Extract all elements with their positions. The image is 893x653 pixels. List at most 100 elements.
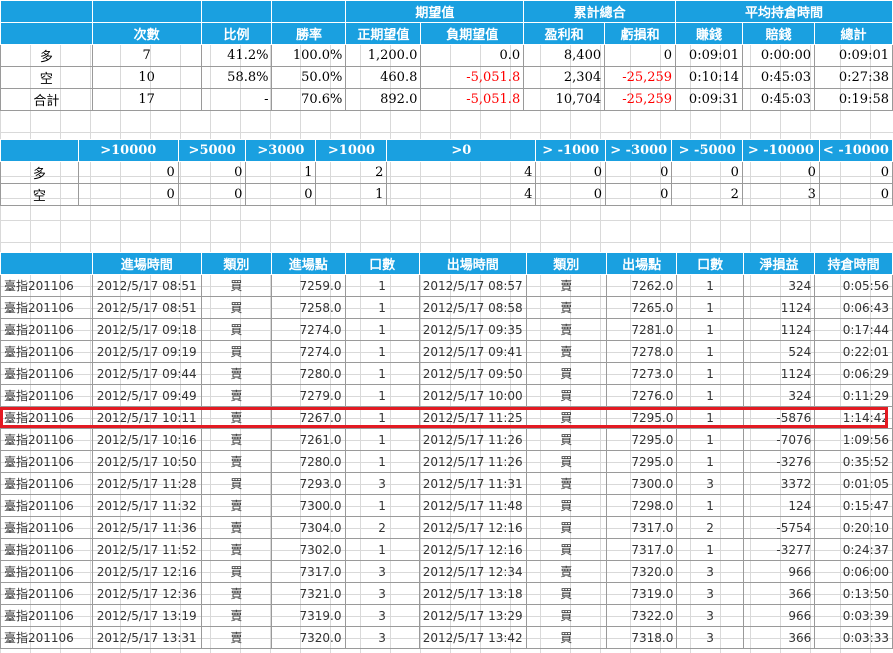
trade-cell-entry-price: 7304.0 [270,516,346,539]
trade-cell-net-pnl: 324 [742,274,816,297]
trade-cell-entry-side: 賣 [200,582,272,605]
trade-cell-entry-side: 買 [200,274,272,297]
trade-cell-exit-price: 7317.0 [605,516,678,539]
trade-cell-exit-time: 2012/5/17 13:29 [418,604,527,627]
trade-cell-net-pnl: 1124 [742,362,816,385]
summary-header-cell: 勝率 [271,22,347,45]
summary-cell-count: 7 [91,44,202,67]
trades-header-cell: 類別 [200,252,272,275]
trade-cell-exit-side: 買 [525,538,607,561]
trade-cell-entry-time: 2012/5/17 08:51 [91,274,202,297]
trade-cell-entry-time: 2012/5/17 13:19 [91,604,202,627]
trade-cell-exit-qty: 3 [676,472,744,495]
distribution-row-label: 空 [0,183,79,206]
distribution-cell: 2 [315,161,388,184]
trade-row: 臺指201106 2012/5/17 09:19 買 7274.0 1 2012/5/17… [0,340,893,363]
trade-cell-exit-price: 7278.0 [605,340,678,363]
trade-cell-entry-price: 7320.0 [270,626,346,649]
trade-cell-exit-side: 買 [525,604,607,627]
distribution-cell: 0 [535,183,607,206]
trade-cell-entry-qty: 1 [344,428,420,451]
summary-cell-win: 50.0% [271,66,347,89]
trade-cell-contract: 臺指201106 [0,406,93,429]
trade-row: 臺指201106 2012/5/17 12:36 賣 7321.0 3 2012/5/17… [0,582,893,605]
trade-cell-contract: 臺指201106 [0,362,93,385]
trade-cell-hold-time: 0:24:37 [814,538,893,561]
trade-cell-net-pnl: 966 [742,604,816,627]
trade-row: 臺指201106 2012/5/17 10:11 賣 7267.0 1 2012/5/17… [0,406,893,429]
summary-cell-win: 70.6% [271,88,347,111]
trade-row: 臺指201106 2012/5/17 10:16 賣 7261.0 1 2012/5/17… [0,428,893,451]
trade-cell-entry-price: 7274.0 [270,340,346,363]
trade-cell-entry-side: 賣 [200,494,272,517]
trade-row: 臺指201106 2012/5/17 09:49 賣 7279.0 1 2012/5/17… [0,384,893,407]
trade-cell-hold-time: 0:01:05 [814,472,893,495]
trade-cell-entry-time: 2012/5/17 12:16 [91,560,202,583]
trade-cell-net-pnl: -7076 [742,428,816,451]
trade-cell-exit-price: 7276.0 [605,384,678,407]
trade-cell-exit-qty: 1 [676,362,744,385]
trade-cell-net-pnl: 1124 [742,296,816,319]
trade-cell-entry-side: 買 [200,318,272,341]
trade-cell-exit-time: 2012/5/17 10:00 [418,384,527,407]
group-header-ev: 期望值 [345,0,525,23]
trades-header-cell: 淨損益 [742,252,816,275]
distribution-cell: 0 [245,183,317,206]
trade-row: 臺指201106 2012/5/17 09:44 賣 7280.0 1 2012/5/17… [0,362,893,385]
trade-cell-entry-qty: 1 [344,296,420,319]
distribution-cell: 0 [818,161,893,184]
trade-cell-entry-price: 7274.0 [270,318,346,341]
distribution-cell: 2 [671,183,743,206]
trades-header-cell: 口數 [676,252,744,275]
trade-cell-exit-side: 賣 [525,296,607,319]
trade-cell-exit-side: 賣 [525,472,607,495]
summary-header-cell: 虧損和 [604,22,677,45]
trade-cell-entry-price: 7261.0 [270,428,346,451]
trade-cell-exit-qty: 1 [676,318,744,341]
trade-cell-exit-side: 買 [525,582,607,605]
trade-cell-hold-time: 0:35:52 [814,450,893,473]
trade-cell-entry-price: 7279.0 [270,384,346,407]
summary-cell-ratio: - [200,88,273,111]
distribution-row-label: 多 [0,161,79,184]
distribution-header-cell: > -1000 [535,139,607,162]
distribution-cell: 1 [245,161,317,184]
trade-cell-entry-side: 賣 [200,362,272,385]
trade-cell-entry-time: 2012/5/17 09:44 [91,362,202,385]
trade-cell-exit-qty: 3 [676,560,744,583]
trade-cell-exit-price: 7265.0 [605,296,678,319]
trade-cell-entry-time: 2012/5/17 12:36 [91,582,202,605]
trade-cell-exit-side: 買 [525,362,607,385]
trade-cell-exit-qty: 1 [676,296,744,319]
trade-cell-exit-side: 賣 [525,318,607,341]
trade-cell-entry-price: 7293.0 [270,472,346,495]
trade-cell-hold-time: 0:20:10 [814,516,893,539]
trade-cell-net-pnl: 1124 [742,318,816,341]
trade-cell-exit-qty: 1 [676,494,744,517]
trade-cell-entry-price: 7280.0 [270,362,346,385]
trade-cell-net-pnl: 366 [742,626,816,649]
trades-header-cell: 進場時間 [91,252,202,275]
trade-cell-entry-side: 買 [200,340,272,363]
summary-header-cell: 盈利和 [523,22,606,45]
trade-cell-net-pnl: -3276 [742,450,816,473]
distribution-cell: 0 [605,183,673,206]
trades-header-cell: 持倉時間 [814,252,893,275]
summary-cell-pos_ev: 1,200.0 [345,44,422,67]
trade-cell-exit-time: 2012/5/17 09:35 [418,318,527,341]
trade-cell-entry-price: 7267.0 [270,406,346,429]
summary-row-label: 空 [0,66,93,89]
trade-row: 臺指201106 2012/5/17 10:50 賣 7280.0 1 2012/5/17… [0,450,893,473]
summary-cell-t_loss: 0:00:00 [742,44,815,67]
trade-cell-entry-price: 7321.0 [270,582,346,605]
group-header-avg-hold: 平均持倉時間 [675,0,893,23]
trade-cell-entry-time: 2012/5/17 10:11 [91,406,202,429]
summary-cell-t_loss: 0:45:03 [742,66,815,89]
trade-cell-entry-time: 2012/5/17 13:31 [91,626,202,649]
trade-cell-entry-side: 賣 [200,516,272,539]
distribution-header-cell: < -10000 [818,139,893,162]
trade-row: 臺指201106 2012/5/17 08:51 買 7258.0 1 2012/5/17… [0,296,893,319]
trade-cell-hold-time: 0:13:50 [814,582,893,605]
trade-row: 臺指201106 2012/5/17 11:28 買 7293.0 3 2012/5/17… [0,472,893,495]
summary-cell-pos_ev: 892.0 [345,88,422,111]
